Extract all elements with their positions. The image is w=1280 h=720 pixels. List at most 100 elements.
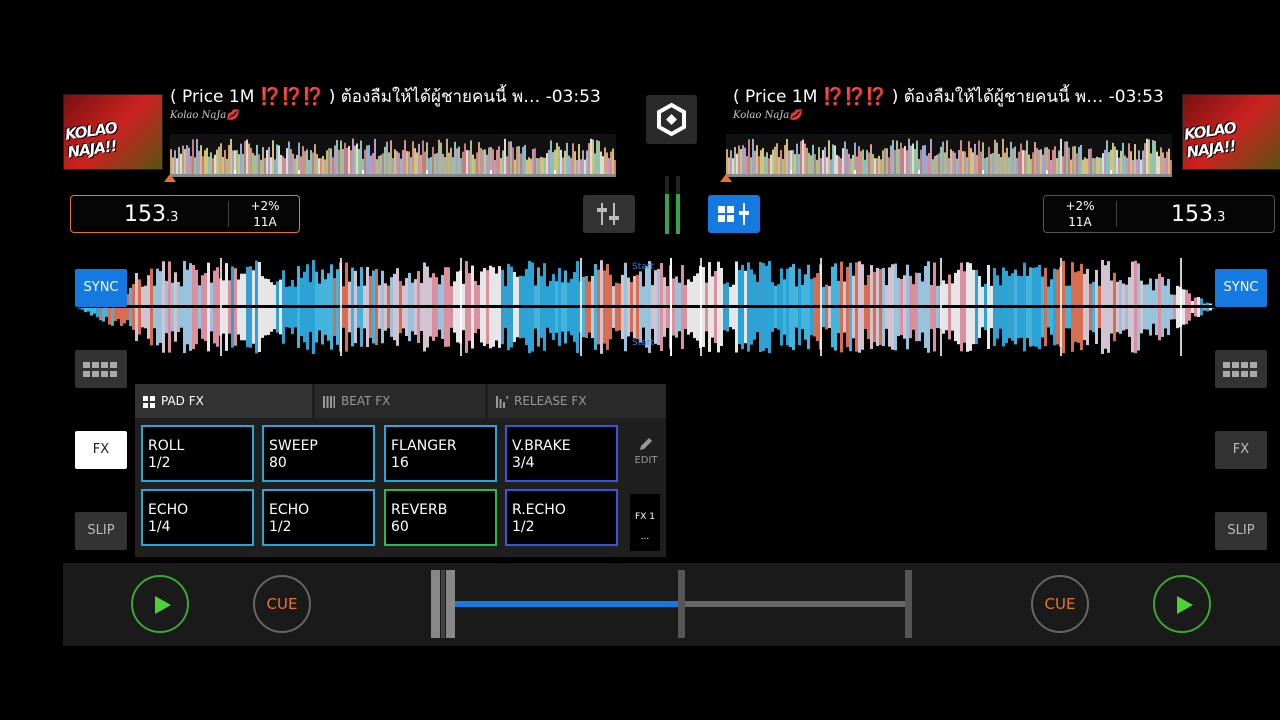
crossfader-handle[interactable] xyxy=(677,570,685,638)
deck-a-cue-button[interactable]: CUE xyxy=(253,575,311,633)
deck-b-bpm-value: 153 xyxy=(1171,202,1213,227)
deck-b-pad-mode-button[interactable] xyxy=(1215,350,1267,388)
deck-a-cue-marker-icon xyxy=(164,174,176,182)
deck-a-bpm: 153.3 xyxy=(124,202,178,227)
deck-a-bpm-value: 153 xyxy=(124,202,166,227)
deck-a-track-title: ( Price 1M ⁉️⁉️⁉️ ) ต้องลืมให้ได้ผู้ชายค… xyxy=(170,83,601,110)
fx-pad[interactable]: SWEEP 80 xyxy=(262,425,375,482)
fx-pad-value: 60 xyxy=(391,519,409,535)
deck-a-fx-button[interactable]: FX xyxy=(75,431,127,469)
deck-b-track-title: ( Price 1M ⁉️⁉️⁉️ ) ต้องลืมให้ได้ผู้ชายค… xyxy=(733,83,1164,110)
tab-pad-fx-label: PAD FX xyxy=(161,394,204,408)
beat-fx-icon xyxy=(323,395,335,408)
pad-mixer-view-button[interactable] xyxy=(708,195,760,233)
deck-a-level-meter xyxy=(665,176,669,234)
fx-bank-selector[interactable]: FX 1 ... xyxy=(630,494,660,551)
fx-pad[interactable]: FLANGER 16 xyxy=(384,425,497,482)
fx-pad[interactable]: V.BRAKE 3/4 xyxy=(505,425,618,482)
deck-b-cue-button[interactable]: CUE xyxy=(1031,575,1089,633)
fx-pad[interactable]: ECHO 1/4 xyxy=(141,489,254,546)
pad-fx-icon xyxy=(143,395,155,408)
release-fx-icon xyxy=(496,395,508,408)
deck-a-pad-mode-button[interactable] xyxy=(75,350,127,388)
deck-b-slip-button[interactable]: SLIP xyxy=(1215,512,1267,550)
fx-pad-name: SWEEP xyxy=(269,438,318,454)
fx-bank-label: FX 1 xyxy=(635,512,655,522)
fx-pad-name: V.BRAKE xyxy=(512,438,571,454)
deck-b-play-button[interactable] xyxy=(1153,575,1211,633)
fx-bank-more: ... xyxy=(640,532,650,542)
tab-release-fx[interactable]: RELEASE FX xyxy=(488,384,666,418)
fx-pad-value: 1/2 xyxy=(512,519,535,535)
fx-pad-name: ECHO xyxy=(148,502,189,518)
deck-b-cover-art[interactable]: KOLAO NAJA!! xyxy=(1182,94,1280,170)
deck-a-artist: Kolao NaJa💋 xyxy=(170,110,239,121)
fx-pad-name: R.ECHO xyxy=(512,502,566,518)
deck-a-overview-waveform[interactable] xyxy=(170,134,616,174)
deck-a-remaining-time: -03:53 xyxy=(545,87,601,107)
fx-pad-value: 1/4 xyxy=(148,519,171,535)
deck-a-slip-button[interactable]: SLIP xyxy=(75,512,127,550)
fx-pad-value: 1/2 xyxy=(148,455,171,471)
deck-a-key: 11A xyxy=(253,215,277,229)
deck-b-bpm: 153.3 xyxy=(1171,202,1225,227)
deck-b-fx-button[interactable]: FX xyxy=(1215,431,1267,469)
mixer-view-button[interactable] xyxy=(583,195,635,233)
deck-b-bpm-decimal: .3 xyxy=(1213,210,1226,225)
crossfader-fill xyxy=(455,601,678,607)
tab-beat-fx[interactable]: BEAT FX xyxy=(315,384,485,418)
tab-beat-fx-label: BEAT FX xyxy=(341,394,391,408)
deck-b-remaining-time: -03:53 xyxy=(1108,87,1164,107)
tab-release-fx-label: RELEASE FX xyxy=(514,394,587,408)
rekordbox-logo-icon xyxy=(657,102,686,137)
deck-b-title-text: ( Price 1M ⁉️⁉️⁉️ ) ต้องลืมให้ได้ผู้ชายค… xyxy=(733,87,1104,107)
tab-pad-fx[interactable]: PAD FX xyxy=(135,384,312,418)
fx-pad-name: FLANGER xyxy=(391,438,457,454)
deck-a-play-button[interactable] xyxy=(131,575,189,633)
deck-b-overview-waveform[interactable] xyxy=(726,134,1172,174)
deck-a-pitch-key: +2% 11A xyxy=(241,198,289,230)
deck-b-sync-button[interactable]: SYNC xyxy=(1215,269,1267,307)
deck-a-cover-label: KOLAO NAJA!! xyxy=(63,118,118,162)
fx-edit-label: EDIT xyxy=(634,455,658,466)
fx-pad-name: ROLL xyxy=(148,438,185,454)
fx-edit-button[interactable]: EDIT xyxy=(628,436,664,466)
rekordbox-logo-button[interactable] xyxy=(646,95,697,144)
waveform-marker-top: Start xyxy=(632,262,654,272)
deck-a-cover-art[interactable]: KOLAO NAJA!! xyxy=(63,94,163,170)
play-icon xyxy=(1177,596,1193,614)
deck-b-overview-ruler xyxy=(726,174,1172,177)
fx-pad[interactable]: ROLL 1/2 xyxy=(141,425,254,482)
fx-pad[interactable]: ECHO 1/2 xyxy=(262,489,375,546)
deck-b-artist: Kolao NaJa💋 xyxy=(733,110,802,121)
deck-a-bpm-divider xyxy=(228,201,229,227)
fx-pad-name: REVERB xyxy=(391,502,448,518)
deck-a-pitch: +2% xyxy=(250,199,280,213)
fx-pad-value: 1/2 xyxy=(269,519,292,535)
grid-icon xyxy=(83,362,117,377)
deck-b-level-meter xyxy=(676,176,680,234)
fx-pad[interactable]: REVERB 60 xyxy=(384,489,497,546)
fx-pad-value: 3/4 xyxy=(512,455,535,471)
deck-a-sync-button[interactable]: SYNC xyxy=(75,269,127,307)
crossfader-left-stop xyxy=(431,570,455,638)
fx-pad-name: ECHO xyxy=(269,502,310,518)
deck-b-cover-label: KOLAO NAJA!! xyxy=(1182,118,1237,162)
grid-icon xyxy=(1223,362,1257,377)
fx-pad-value: 16 xyxy=(391,455,409,471)
pads-sliders-icon xyxy=(718,203,749,225)
waveform-marker-bottom: Start xyxy=(632,338,654,348)
fx-pad[interactable]: R.ECHO 1/2 xyxy=(505,489,618,546)
deck-b-pitch: +2% xyxy=(1065,199,1095,213)
deck-a-bpm-decimal: .3 xyxy=(166,210,179,225)
deck-a-bpm-panel[interactable]: 153.3 +2% 11A xyxy=(70,195,300,233)
fx-pad-value: 80 xyxy=(269,455,287,471)
mixer-sliders-icon xyxy=(597,203,619,225)
deck-a-overview-ruler xyxy=(170,174,616,177)
pencil-icon xyxy=(640,438,652,450)
deck-b-cue-marker-icon xyxy=(720,174,732,182)
deck-a-title-text: ( Price 1M ⁉️⁉️⁉️ ) ต้องลืมให้ได้ผู้ชายค… xyxy=(170,87,541,107)
deck-b-bpm-panel[interactable]: +2% 11A 153.3 xyxy=(1043,195,1275,233)
crossfader-right-stop xyxy=(905,570,912,638)
deck-b-pitch-key: +2% 11A xyxy=(1056,198,1104,230)
